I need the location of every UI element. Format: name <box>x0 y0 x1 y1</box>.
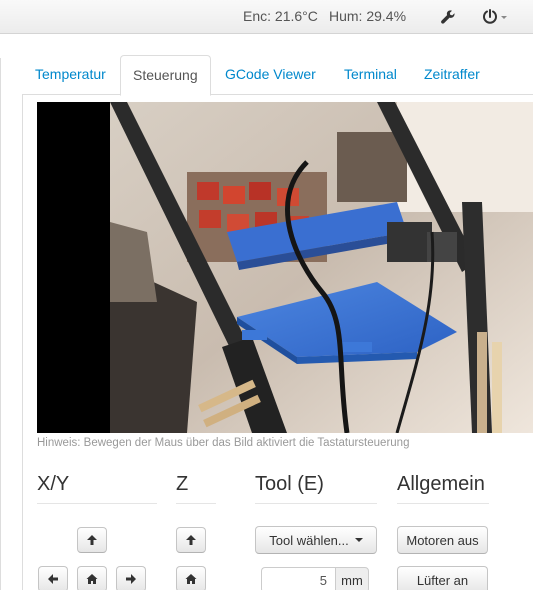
section-title-tool: Tool (E) <box>255 473 324 495</box>
tab-terminal[interactable]: Terminal <box>332 55 409 95</box>
extrude-amount-input[interactable] <box>261 567 335 590</box>
wrench-icon[interactable] <box>437 6 459 28</box>
motors-off-button[interactable]: Motoren aus <box>397 526 488 554</box>
webcam-hint: Hinweis: Bewegen der Maus über das Bild … <box>37 437 410 449</box>
tool-select-label: Tool wählen... <box>269 532 349 548</box>
home-icon <box>86 574 98 584</box>
tab-zeitraffer[interactable]: Zeitraffer <box>412 55 492 95</box>
section-divider <box>255 503 377 504</box>
home-xy-button[interactable] <box>77 566 107 590</box>
home-icon <box>185 574 197 584</box>
tool-select-dropdown[interactable]: Tool wählen... <box>255 526 377 554</box>
section-divider <box>176 503 216 504</box>
arrow-up-icon <box>87 535 97 545</box>
power-icon <box>483 9 507 24</box>
caret-down-icon <box>354 538 363 542</box>
webcam-image <box>37 102 533 433</box>
humidity-reading: Hum: 29.4% <box>329 8 407 24</box>
jog-y-plus-button[interactable] <box>77 527 107 553</box>
webcam-stream[interactable] <box>37 102 533 433</box>
section-title-xy: X/Y <box>37 473 70 495</box>
arrow-up-icon <box>186 535 196 545</box>
jog-z-plus-button[interactable] <box>176 527 206 553</box>
section-divider <box>37 503 157 504</box>
extrude-amount-unit: mm <box>335 567 369 590</box>
arrow-right-icon <box>126 574 136 584</box>
section-divider <box>397 503 489 504</box>
section-title-z: Z <box>176 473 189 495</box>
fan-on-button[interactable]: Lüfter an <box>397 566 488 590</box>
jog-x-plus-button[interactable] <box>116 566 146 590</box>
power-menu-button[interactable] <box>480 6 514 28</box>
jog-x-minus-button[interactable] <box>38 566 68 590</box>
enclosure-temperature: Enc: 21.6°C <box>243 8 318 24</box>
top-navbar: Enc: 21.6°C Hum: 29.4% <box>0 0 533 34</box>
extrude-amount-group: mm <box>261 567 369 590</box>
tab-temperatur[interactable]: Temperatur <box>23 55 118 95</box>
sidebar-edge <box>0 58 1 590</box>
section-title-general: Allgemein <box>397 473 485 495</box>
home-z-button[interactable] <box>176 566 206 590</box>
tab-steuerung[interactable]: Steuerung <box>120 55 211 96</box>
arrow-left-icon <box>48 574 58 584</box>
tab-gcode-viewer[interactable]: GCode Viewer <box>213 55 328 95</box>
main-tabs: Temperatur Steuerung GCode Viewer Termin… <box>22 55 533 96</box>
